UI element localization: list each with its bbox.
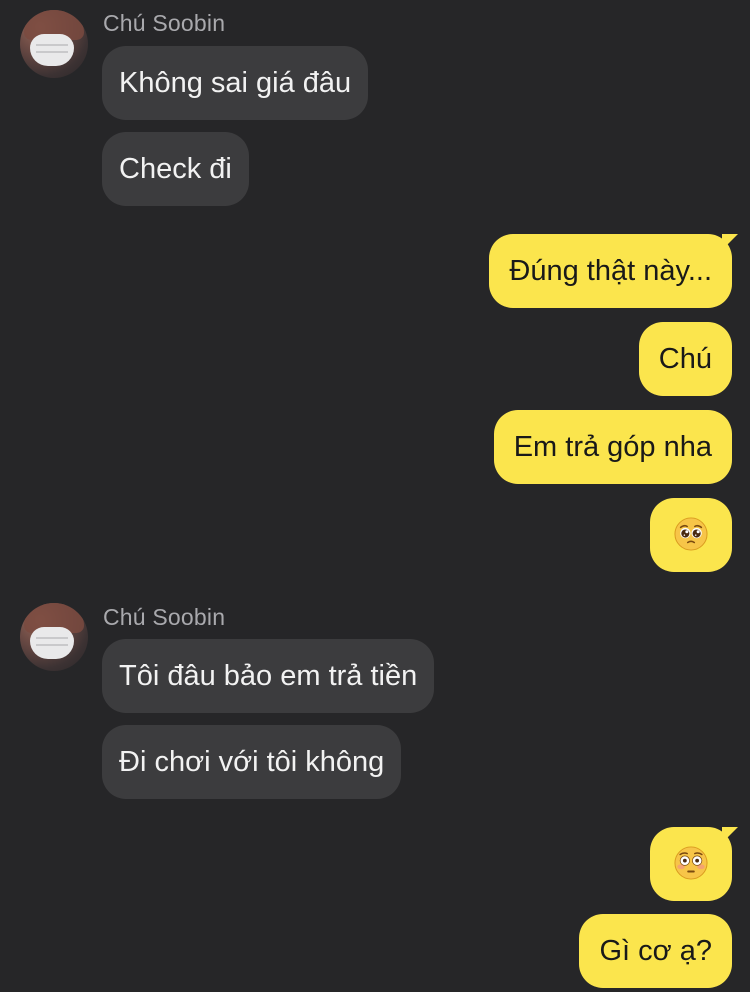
outgoing-message[interactable]: Gì cơ ạ? — [579, 914, 732, 988]
sender-name: Chú Soobin — [103, 10, 226, 36]
incoming-message[interactable]: Tôi đâu bảo em trả tiền — [102, 639, 435, 713]
contact-avatar[interactable] — [20, 10, 88, 78]
incoming-message[interactable]: Đi chơi với tôi không — [102, 725, 402, 799]
sender-name: Chú Soobin — [103, 604, 226, 630]
avatar-mask — [30, 627, 74, 659]
outgoing-message[interactable]: Đúng thật này... — [489, 234, 732, 308]
outgoing-emoji-message[interactable] — [650, 498, 732, 572]
outgoing-message[interactable]: Chú — [638, 322, 732, 396]
incoming-message[interactable]: Check đi — [102, 132, 249, 206]
avatar-mask — [30, 34, 74, 66]
flushed-face-icon — [674, 846, 708, 880]
pleading-face-icon — [674, 517, 708, 551]
outgoing-emoji-message[interactable] — [650, 827, 732, 901]
outgoing-message[interactable]: Em trả góp nha — [493, 410, 732, 484]
contact-avatar[interactable] — [20, 603, 88, 671]
incoming-message[interactable]: Không sai giá đâu — [102, 46, 369, 120]
chat-screen: Chú Soobin Không sai giá đâu Check đi Đú… — [0, 0, 750, 992]
